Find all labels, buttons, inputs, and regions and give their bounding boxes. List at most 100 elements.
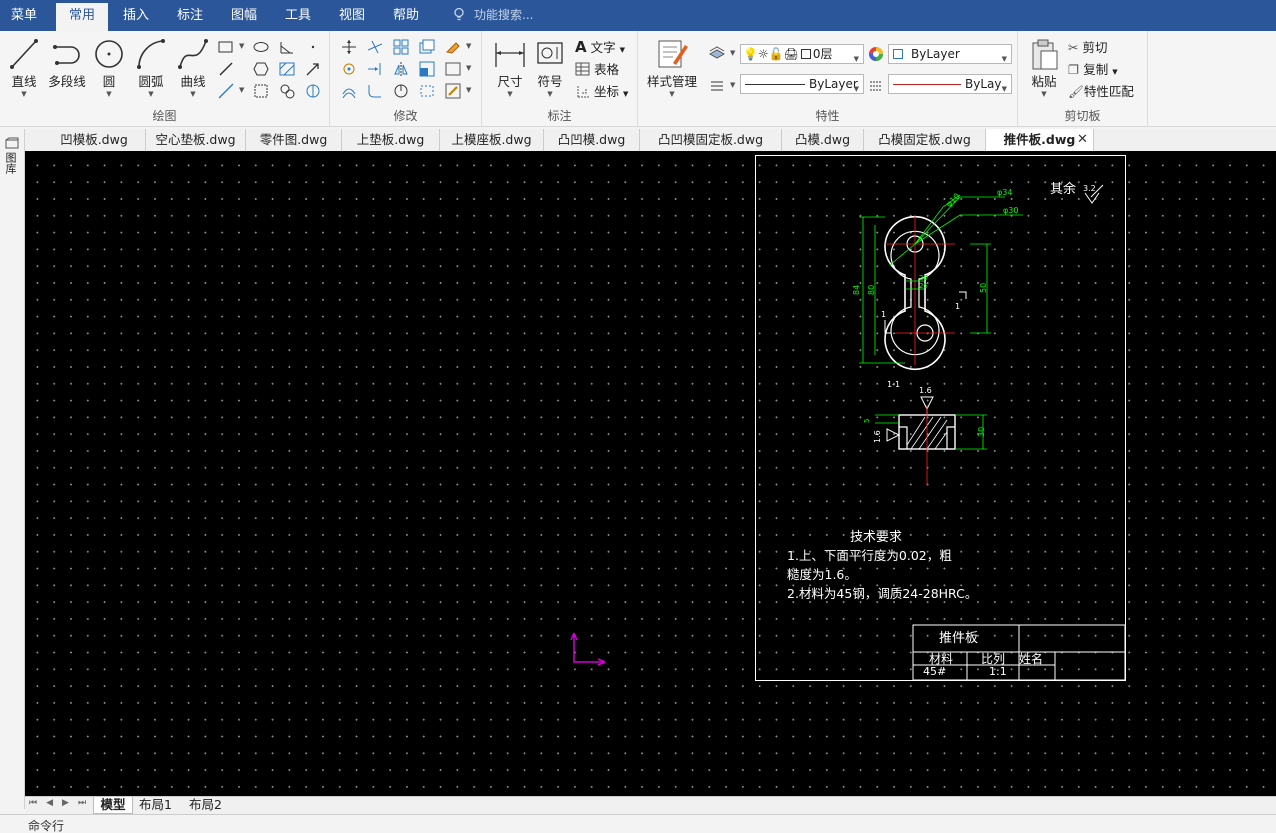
text-button[interactable]: A 文字 ▼ (575, 37, 625, 56)
extend-icon[interactable] (366, 60, 384, 78)
linetype-scale-icon[interactable] (867, 76, 885, 94)
pen-icon[interactable] (217, 60, 235, 78)
line-button[interactable]: 直线 ▼ (6, 37, 42, 98)
fillet-icon[interactable] (366, 82, 384, 100)
tab-help[interactable]: 帮助 (380, 0, 432, 31)
close-tab-icon[interactable]: ✕ (1077, 129, 1088, 151)
tab-view[interactable]: 视图 (326, 0, 378, 31)
doc-tab[interactable]: 凸模固定板.dwg (864, 129, 986, 151)
curve-button[interactable]: 曲线 ▼ (174, 37, 212, 98)
dim-80: 80 (867, 285, 876, 295)
layout-tab-1[interactable]: 布局1 (139, 797, 183, 814)
scissors-icon: ✂ (1068, 40, 1079, 55)
title-scale-label: 比列 (981, 652, 1005, 666)
roughness-top: 1.6 (919, 386, 932, 395)
doc-tab[interactable]: 凸凹模固定板.dwg (640, 129, 782, 151)
mirror-icon[interactable] (392, 60, 410, 78)
chevron-down-icon: ▼ (619, 46, 625, 54)
doc-tab[interactable]: 凸凹模.dwg (544, 129, 640, 151)
lineweight-dropdown[interactable]: ByLay ▼ (888, 74, 1012, 94)
library-icon (5, 137, 19, 149)
chevron-down-icon: ▼ (466, 42, 472, 50)
explode-icon[interactable] (418, 82, 436, 100)
rotate-icon[interactable] (340, 60, 358, 78)
cloud-icon[interactable] (304, 82, 322, 100)
lineweight-icon[interactable] (708, 76, 726, 94)
clipboard-group: 粘贴 ▼ ✂ 剪切 ❐ 复制 ▼ 🖌特性匹配 剪切板 (1018, 31, 1148, 127)
style-manager-button[interactable]: 样式管理 ▼ (644, 37, 700, 98)
circle-label: 圆 (102, 74, 116, 89)
linetype-dropdown[interactable]: ByLayer ▼ (740, 74, 864, 94)
layer-state-icons: 💡☼🔓🖨 (743, 47, 799, 61)
ellipse-icon[interactable] (252, 38, 270, 56)
tab-tools[interactable]: 工具 (272, 0, 324, 31)
layout-tab-2[interactable]: 布局2 (189, 797, 233, 814)
doc-tab[interactable]: 凸模.dwg (782, 129, 864, 151)
drawing-sheet: 其余 3.2 φ34 φ30 φ10 84 80 50 20 25 1 1 1-… (755, 155, 1126, 681)
doc-tab[interactable]: 凹模板.dwg (43, 129, 146, 151)
table-button[interactable]: 表格 (575, 59, 619, 78)
doc-tab[interactable]: 上模座板.dwg (440, 129, 544, 151)
doc-tab[interactable]: 上垫板.dwg (342, 129, 440, 151)
ribbon: 直线 ▼ 多段线 圆 ▼ 圆弧 ▼ 曲线 ▼ ▼ ▼ 绘图 ▼ ▼ ▼ 修改 尺… (0, 31, 1276, 127)
copy-button[interactable]: ❐ 复制 ▼ (1068, 59, 1118, 78)
polyline-button[interactable]: 多段线 (46, 37, 88, 90)
trim-icon[interactable] (366, 38, 384, 56)
arc-button[interactable]: 圆弧 ▼ (132, 37, 170, 98)
tech-line-1: 1.上、下面平行度为0.02，粗 (787, 548, 952, 563)
library-panel-tab[interactable]: 图库 (4, 137, 20, 174)
section-label: 1-1 (887, 380, 900, 389)
tab-insert[interactable]: 插入 (110, 0, 162, 31)
layer-dropdown[interactable]: 💡☼🔓🖨 0层 ▼ (740, 44, 864, 64)
cut-button[interactable]: ✂ 剪切 (1068, 37, 1107, 56)
tab-nav-arrows-icon[interactable]: ⏮◀▶⏭ (29, 798, 95, 808)
chevron-down-icon: ▼ (1041, 90, 1047, 98)
color-dropdown[interactable]: ByLayer ▼ (888, 44, 1012, 64)
dim-phi34: φ34 (997, 188, 1012, 197)
layout-tab-model[interactable]: 模型 (93, 797, 133, 814)
color-wheel-icon[interactable] (867, 45, 885, 63)
feature-search[interactable]: 功能搜索... (452, 0, 533, 31)
doc-tab[interactable]: 零件图.dwg (246, 129, 342, 151)
boundary-icon[interactable] (278, 82, 296, 100)
properties-edit-icon[interactable] (444, 82, 462, 100)
array-icon[interactable] (392, 38, 410, 56)
tab-annotate[interactable]: 标注 (164, 0, 216, 31)
roughness-value: 3.2 (1083, 184, 1096, 193)
region-icon[interactable] (252, 82, 270, 100)
hexagon-icon[interactable] (252, 60, 270, 78)
paste-button[interactable]: 粘贴 ▼ (1026, 37, 1062, 98)
layer-manager-icon[interactable] (708, 44, 726, 62)
point-icon[interactable] (304, 38, 322, 56)
offset-icon[interactable] (340, 82, 358, 100)
break-icon[interactable] (392, 82, 410, 100)
tab-frame[interactable]: 图幅 (218, 0, 270, 31)
dim-phi30: φ30 (1003, 206, 1018, 215)
dimension-button[interactable]: 尺寸 ▼ (490, 37, 530, 98)
arrow-icon[interactable] (304, 60, 322, 78)
roughness-side: 1.6 (873, 430, 882, 443)
match-properties-button[interactable]: 🖌特性匹配 (1068, 81, 1134, 100)
erase-icon[interactable] (444, 38, 462, 56)
coordinate-button[interactable]: 坐标 ▼ (575, 81, 628, 100)
move-icon[interactable] (340, 38, 358, 56)
circle-button[interactable]: 圆 ▼ (92, 37, 126, 98)
annotation-group: 尺寸 ▼ 符号 ▼ A 文字 ▼ 表格 坐标 ▼ 标注 (482, 31, 638, 127)
arc-icon (137, 39, 165, 69)
menu-main[interactable]: 菜单 (0, 0, 48, 31)
copy-object-icon[interactable] (418, 38, 436, 56)
angle-icon[interactable] (278, 38, 296, 56)
scale-icon[interactable] (418, 60, 436, 78)
rectangle-icon[interactable] (217, 38, 235, 56)
tab-common[interactable]: 常用 (56, 3, 108, 31)
lineweight-sample (893, 84, 961, 85)
stretch-icon[interactable] (444, 60, 462, 78)
roughness-note: 其余 (1050, 181, 1076, 197)
construction-line-icon[interactable] (217, 82, 235, 100)
doc-tab[interactable]: 空心垫板.dwg (146, 129, 246, 151)
symbol-button[interactable]: 符号 ▼ (532, 37, 568, 98)
command-line[interactable]: 命令行 (0, 814, 1276, 833)
table-icon (575, 62, 590, 76)
hatch-icon[interactable] (278, 60, 296, 78)
chevron-down-icon: ▼ (466, 86, 472, 94)
